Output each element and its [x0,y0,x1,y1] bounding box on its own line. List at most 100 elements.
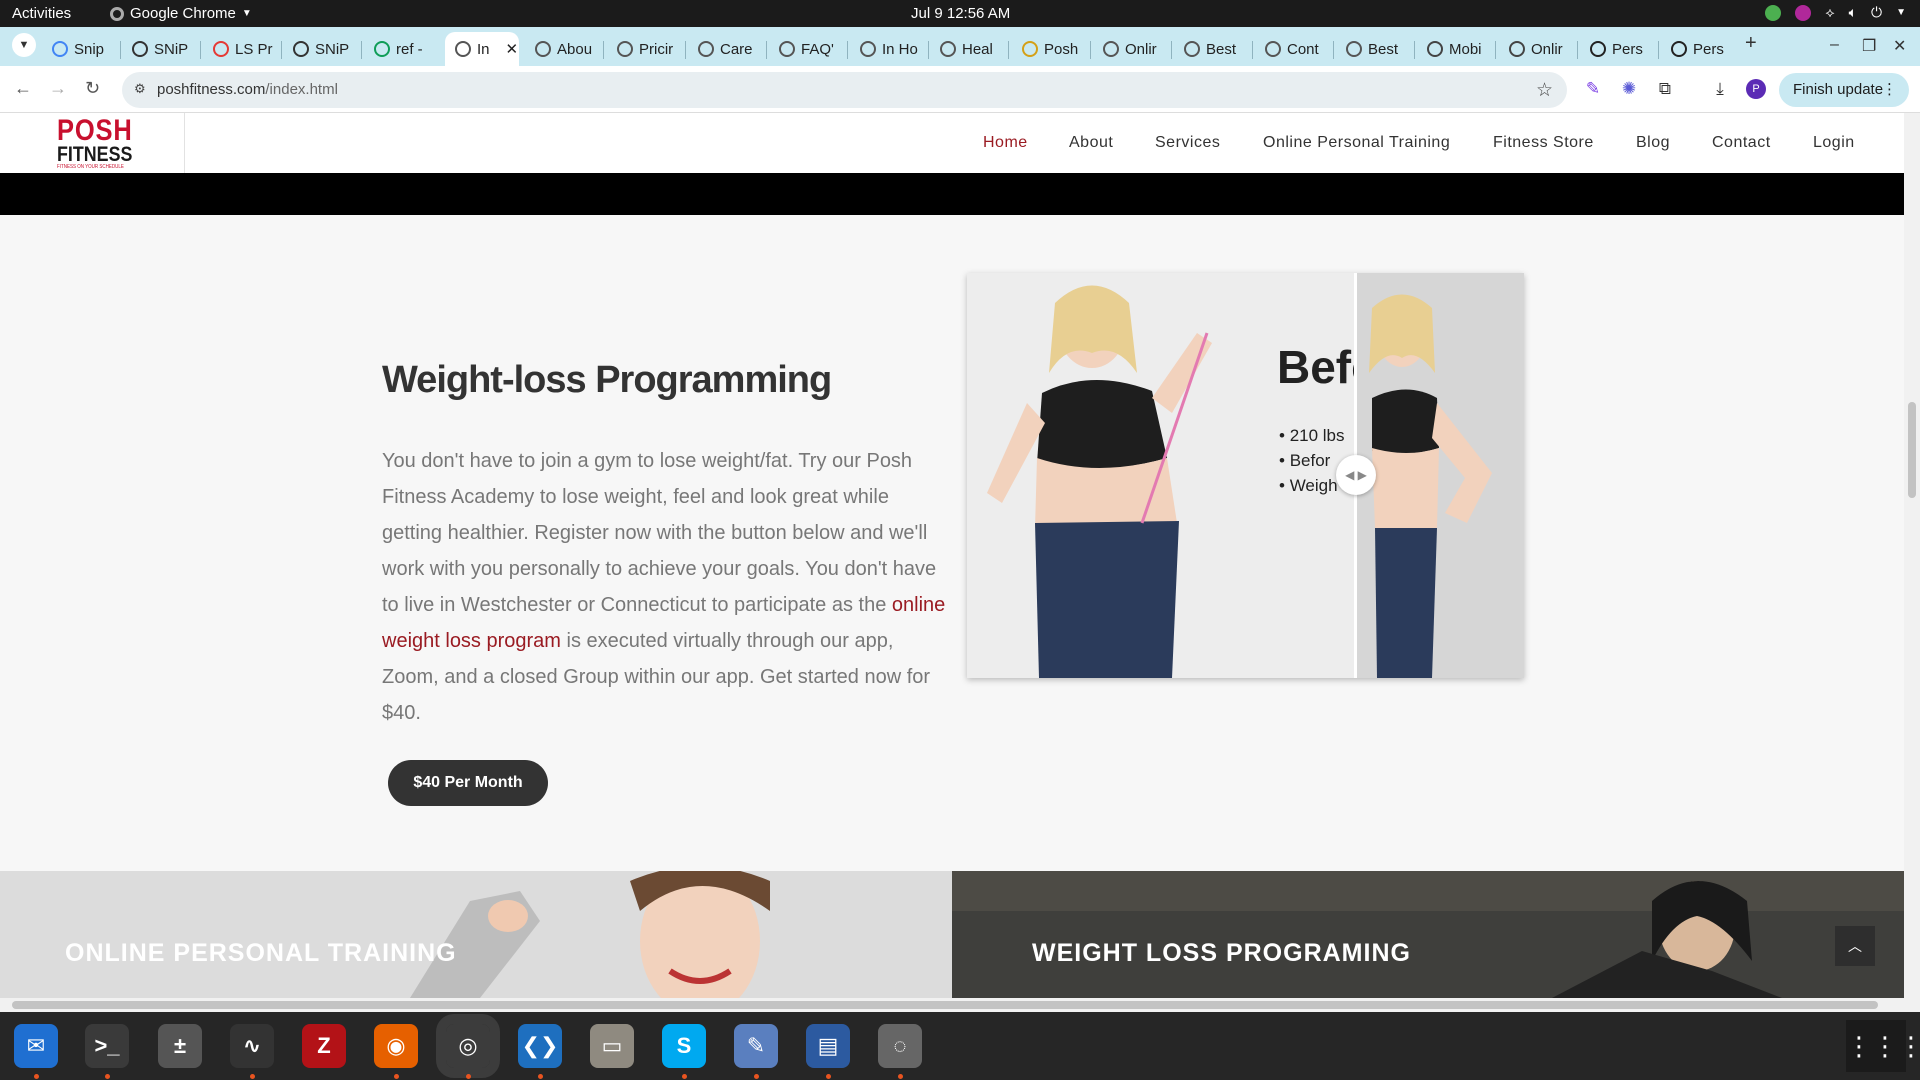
tab[interactable]: FAQ' [769,34,847,64]
close-window-button[interactable]: ✕ [1893,36,1906,56]
tab[interactable]: ref - [364,34,442,64]
tab[interactable]: Pers [1661,34,1739,64]
vertical-scrollbar[interactable] [1904,113,1920,998]
online-personal-training-panel[interactable]: ONLINE PERSONAL TRAINING [0,871,952,998]
nav-fitness-store[interactable]: Fitness Store [1493,134,1594,152]
snip-icon [293,41,309,57]
globe-icon [1265,41,1281,57]
tab-label: FAQ' [801,40,834,58]
running-indicator [105,1074,110,1079]
skype-icon[interactable]: S [662,1024,706,1068]
horizontal-scrollbar-thumb[interactable] [12,1001,1878,1009]
finish-update-button[interactable]: Finish update ⋮ [1779,73,1909,107]
thunderbird-icon[interactable]: ✉ [14,1024,58,1068]
system-monitor-icon[interactable]: ∿ [230,1024,274,1068]
tab[interactable]: Pers [1580,34,1658,64]
extensions-puzzle-icon[interactable]: ⧉ [1655,79,1675,99]
tab[interactable]: SNiP [283,34,361,64]
profile-avatar[interactable]: P [1746,79,1766,99]
tab[interactable]: Heal [930,34,1008,64]
tab[interactable]: Best [1336,34,1414,64]
nav-login[interactable]: Login [1813,134,1855,152]
tab[interactable]: In ✕ [445,32,519,66]
filezilla-icon[interactable]: Z [302,1024,346,1068]
tab[interactable]: Pricir [607,34,685,64]
tab-label: Best [1206,40,1237,58]
gear-extension-icon[interactable]: ✺ [1619,79,1639,99]
chrome-icon[interactable]: ◎ [436,1014,500,1078]
pen-extension-icon[interactable]: ✎ [1583,79,1603,99]
site-logo[interactable]: POSH FITNESS FITNESS ON YOUR SCHEDULE [0,113,185,173]
forward-button[interactable]: → [49,78,67,99]
activities-button[interactable]: Activities [12,5,71,22]
maximize-button[interactable]: ❐ [1862,36,1876,56]
volume-icon[interactable]: 🔈︎ [1849,4,1857,21]
terminal-icon[interactable]: >_ [85,1024,129,1068]
clock[interactable]: Jul 9 12:56 AM [911,5,1010,22]
chevron-up-icon: ︿ [1848,938,1862,954]
scroll-to-top-button[interactable]: ︿ [1835,926,1875,966]
tab[interactable]: Onlir [1093,34,1171,64]
tab[interactable]: LS Pr [203,34,281,64]
address-bar[interactable]: ⚙ poshfitness.com/index.html ☆ [122,72,1567,108]
nav-online-personal-training[interactable]: Online Personal Training [1263,134,1450,152]
app-menu[interactable]: Google Chrome ▼ [110,5,252,22]
reload-button[interactable]: ↻ [85,78,100,99]
chevron-down-icon[interactable]: ▼ [1896,7,1906,18]
slider-handle[interactable]: ◀ ▶ [1336,455,1376,495]
site-info-icon[interactable]: ⚙ [134,81,146,97]
calculator-icon[interactable]: ± [158,1024,202,1068]
section-title: Weight-loss Programming [382,359,832,401]
text-editor-icon[interactable]: ✎ [734,1024,778,1068]
nav-contact[interactable]: Contact [1712,134,1771,152]
app-icon [1509,41,1525,57]
close-tab-icon[interactable]: ✕ [506,40,519,58]
download-icon[interactable]: ⤓ [1710,79,1730,99]
running-indicator [898,1074,903,1079]
tab[interactable]: Abou [525,34,603,64]
ls-icon [213,41,229,57]
tab-label: LS Pr [235,40,273,58]
tab[interactable]: In Ho [850,34,928,64]
weight-loss-programing-panel[interactable]: WEIGHT LOSS PROGRAMING [952,871,1904,998]
system-tray[interactable]: ⟡ 🔈︎ ⏻ ▼ [1765,4,1906,21]
globe-icon [1346,41,1362,57]
bookmark-star-icon[interactable]: ☆ [1536,79,1553,102]
tab-separator [1252,41,1253,59]
before-after-slider[interactable]: Befo • 210 lbs • Befor • Weigh ◀ ▶ [967,273,1524,678]
firefox-icon[interactable]: ◉ [374,1024,418,1068]
tab[interactable]: Posh [1012,34,1090,64]
tab[interactable]: Care [688,34,766,64]
show-apps-grid-icon[interactable]: ⋮⋮⋮ [1846,1020,1920,1072]
disk-icon[interactable]: ◌ [878,1024,922,1068]
more-menu-icon: ⋮ [1882,81,1897,98]
nav-home[interactable]: Home [983,134,1028,152]
shield-icon[interactable] [1765,4,1782,21]
nav-blog[interactable]: Blog [1636,134,1670,152]
color-picker-icon[interactable] [1795,4,1812,21]
vscode-icon[interactable]: ❮❯ [518,1024,562,1068]
tab[interactable]: Best [1174,34,1252,64]
back-button[interactable]: ← [14,78,32,99]
tab[interactable]: SNiP [122,34,200,64]
vertical-scrollbar-thumb[interactable] [1908,402,1916,498]
running-indicator [394,1074,399,1079]
new-tab-button[interactable]: + [1745,32,1757,55]
system-top-bar: Activities Google Chrome ▼ Jul 9 12:56 A… [0,0,1920,27]
nav-services[interactable]: Services [1155,134,1220,152]
files-icon[interactable]: ▭ [590,1024,634,1068]
document-viewer-icon[interactable]: ▤ [806,1024,850,1068]
tab-separator [1577,41,1578,59]
tab[interactable]: Snip [42,34,120,64]
network-icon[interactable]: ⟡ [1825,4,1834,21]
nav-about[interactable]: About [1069,134,1113,152]
tab-separator [685,41,686,59]
tab-search-icon[interactable]: ▼ [12,33,36,57]
minimize-button[interactable]: – [1830,36,1839,54]
tab[interactable]: Mobi [1417,34,1495,64]
price-button[interactable]: $40 Per Month [388,760,548,806]
tab[interactable]: Cont [1255,34,1333,64]
url-text[interactable]: poshfitness.com/index.html [157,81,338,98]
tab[interactable]: Onlir [1499,34,1577,64]
power-icon[interactable]: ⏻ [1871,4,1882,21]
